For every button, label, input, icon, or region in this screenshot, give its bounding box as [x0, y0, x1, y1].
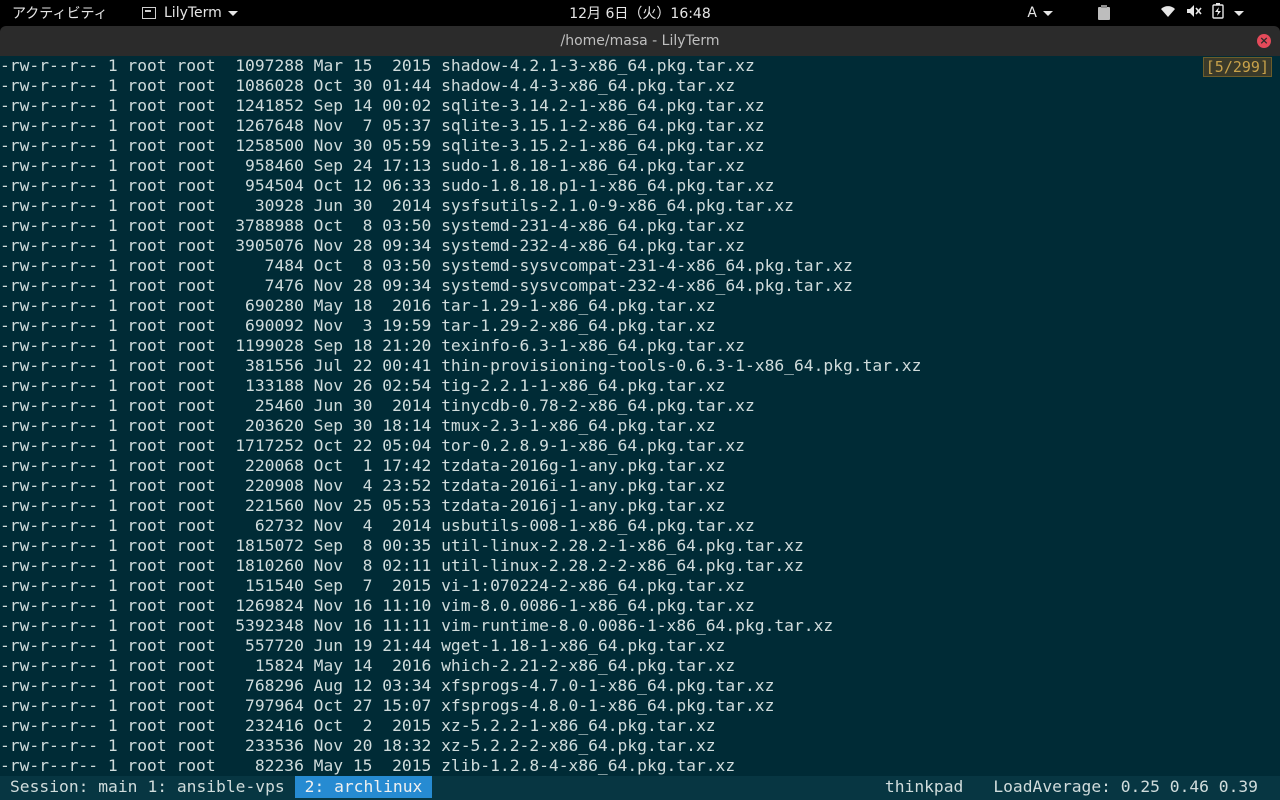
activities-button[interactable]: アクティビティ	[12, 3, 132, 23]
terminal-line: -rw-r--r-- 1 root root 690280 May 18 201…	[0, 296, 716, 315]
status-right: thinkpad LoadAverage: 0.25 0.46 0.39	[885, 776, 1258, 798]
terminal-line: -rw-r--r-- 1 root root 1267648 Nov 7 05:…	[0, 116, 765, 135]
terminal-lines: -rw-r--r-- 1 root root 1097288 Mar 15 20…	[0, 56, 1280, 776]
wifi-icon	[1160, 4, 1176, 22]
terminal-line: -rw-r--r-- 1 root root 15824 May 14 2016…	[0, 656, 736, 675]
system-tray: A	[1027, 0, 1280, 26]
terminal-app-icon	[142, 7, 156, 19]
terminal-line: -rw-r--r-- 1 root root 62732 Nov 4 2014 …	[0, 516, 755, 535]
tmux-status-bar: Session: main 1: ansible-vps 2: archlinu…	[0, 776, 1280, 800]
terminal-line: -rw-r--r-- 1 root root 1815072 Sep 8 00:…	[0, 536, 804, 555]
chevron-down-icon	[1043, 10, 1053, 16]
terminal-line: -rw-r--r-- 1 root root 1097288 Mar 15 20…	[0, 56, 755, 75]
scrollback-position-counter: [5/299]	[1202, 57, 1272, 77]
terminal-line: -rw-r--r-- 1 root root 557720 Jun 19 21:…	[0, 636, 726, 655]
terminal-line: -rw-r--r-- 1 root root 1199028 Sep 18 21…	[0, 336, 745, 355]
hostname: thinkpad	[884, 777, 964, 796]
terminal-line: -rw-r--r-- 1 root root 7476 Nov 28 09:34…	[0, 276, 853, 295]
terminal-line: -rw-r--r-- 1 root root 1810260 Nov 8 02:…	[0, 556, 804, 575]
terminal-line: -rw-r--r-- 1 root root 151540 Sep 7 2015…	[0, 576, 745, 595]
close-icon: ×	[1259, 34, 1269, 47]
input-method-menu[interactable]: A	[1027, 5, 1053, 21]
chevron-down-icon	[1234, 5, 1254, 21]
terminal-line: -rw-r--r-- 1 root root 233536 Nov 20 18:…	[0, 736, 716, 755]
terminal-line: -rw-r--r-- 1 root root 30928 Jun 30 2014…	[0, 196, 794, 215]
chevron-down-icon	[227, 10, 238, 16]
terminal-line: -rw-r--r-- 1 root root 232416 Oct 2 2015…	[0, 716, 716, 735]
app-menu[interactable]: LilyTerm	[142, 5, 238, 21]
load-average: LoadAverage: 0.25 0.46 0.39	[993, 777, 1258, 796]
terminal-line: -rw-r--r-- 1 root root 133188 Nov 26 02:…	[0, 376, 726, 395]
tmux-window-tab[interactable]: 1: ansible-vps	[147, 776, 284, 798]
terminal-line: -rw-r--r-- 1 root root 1717252 Oct 22 05…	[0, 436, 745, 455]
terminal-line: -rw-r--r-- 1 root root 5392348 Nov 16 11…	[0, 616, 834, 635]
clock[interactable]: 12月 6日（火）16:48	[569, 6, 711, 22]
close-window-button[interactable]: ×	[1257, 34, 1271, 48]
terminal-line: -rw-r--r-- 1 root root 203620 Sep 30 18:…	[0, 416, 716, 435]
terminal-line: -rw-r--r-- 1 root root 954504 Oct 12 06:…	[0, 176, 775, 195]
window-title: /home/masa - LilyTerm	[560, 33, 720, 49]
terminal-line: -rw-r--r-- 1 root root 221560 Nov 25 05:…	[0, 496, 726, 515]
terminal-line: -rw-r--r-- 1 root root 7484 Oct 8 03:50 …	[0, 256, 853, 275]
battery-charging-icon	[1212, 3, 1224, 23]
terminal-line: -rw-r--r-- 1 root root 3905076 Nov 28 09…	[0, 236, 745, 255]
status-left: Session: main 1: ansible-vps 2: archlinu…	[10, 776, 442, 798]
terminal-line: -rw-r--r-- 1 root root 1086028 Oct 30 01…	[0, 76, 736, 95]
terminal-line: -rw-r--r-- 1 root root 220908 Nov 4 23:5…	[0, 476, 726, 495]
clipboard-icon[interactable]	[1098, 4, 1110, 20]
terminal-line: -rw-r--r-- 1 root root 1269824 Nov 16 11…	[0, 596, 755, 615]
tmux-window-tab[interactable]: 2: archlinux	[294, 776, 433, 798]
window-titlebar[interactable]: /home/masa - LilyTerm ×	[0, 26, 1280, 56]
terminal-output[interactable]: -rw-r--r-- 1 root root 1097288 Mar 15 20…	[0, 56, 1280, 776]
terminal-line: -rw-r--r-- 1 root root 958460 Sep 24 17:…	[0, 156, 745, 175]
terminal-line: -rw-r--r-- 1 root root 1241852 Sep 14 00…	[0, 96, 765, 115]
terminal-line: -rw-r--r-- 1 root root 3788988 Oct 8 03:…	[0, 216, 745, 235]
input-method-label: A	[1027, 5, 1037, 21]
terminal-line: -rw-r--r-- 1 root root 220068 Oct 1 17:4…	[0, 456, 726, 475]
gnome-top-bar: アクティビティ LilyTerm 12月 6日（火）16:48 A	[0, 0, 1280, 26]
terminal-line: -rw-r--r-- 1 root root 25460 Jun 30 2014…	[0, 396, 755, 415]
terminal-line: -rw-r--r-- 1 root root 381556 Jul 22 00:…	[0, 356, 922, 375]
session-name: Session: main	[10, 777, 138, 796]
terminal-line: -rw-r--r-- 1 root root 1258500 Nov 30 05…	[0, 136, 765, 155]
terminal-line: -rw-r--r-- 1 root root 690092 Nov 3 19:5…	[0, 316, 716, 335]
terminal-line: -rw-r--r-- 1 root root 797964 Oct 27 15:…	[0, 696, 775, 715]
terminal-line: -rw-r--r-- 1 root root 768296 Aug 12 03:…	[0, 676, 775, 695]
app-menu-label: LilyTerm	[164, 5, 222, 21]
terminal-line: -rw-r--r-- 1 root root 82236 May 15 2015…	[0, 756, 736, 775]
system-status-menu[interactable]	[1160, 3, 1264, 23]
volume-muted-icon	[1186, 4, 1202, 22]
